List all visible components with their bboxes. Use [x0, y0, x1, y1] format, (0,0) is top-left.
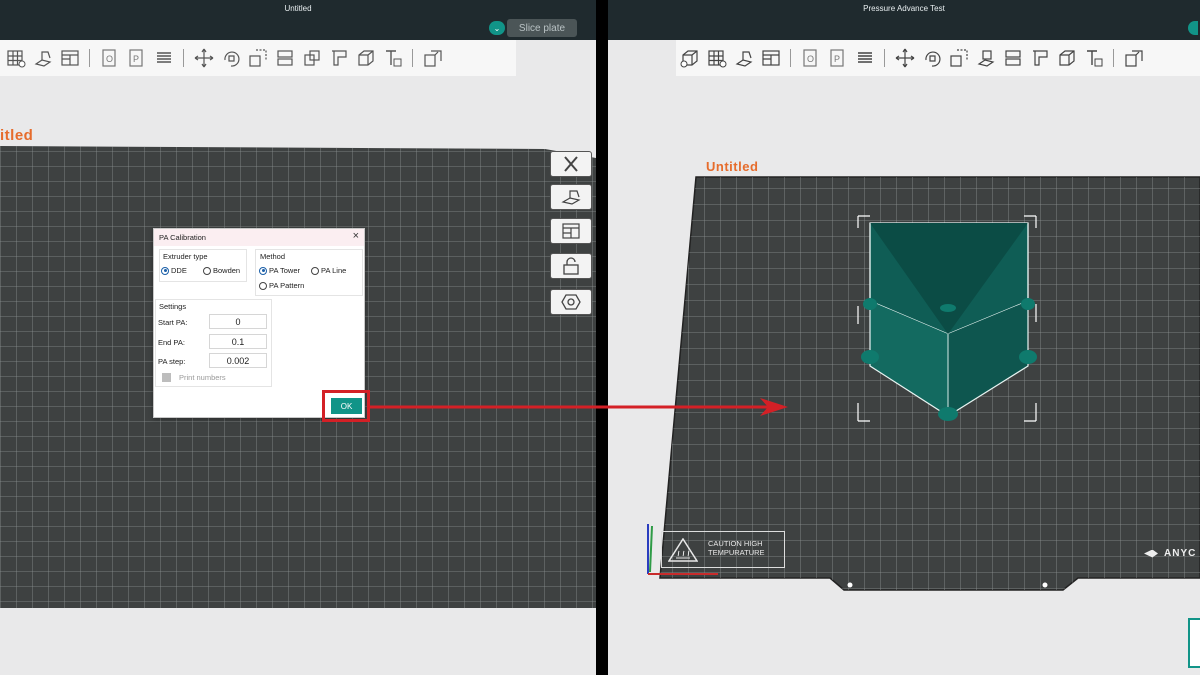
pa-step-label: PA step:: [158, 357, 186, 366]
right-window-title: Pressure Advance Test: [608, 0, 1200, 16]
svg-text:O: O: [807, 54, 814, 64]
lock-button[interactable]: [550, 253, 592, 279]
text-icon[interactable]: [382, 47, 404, 69]
svg-text:P: P: [834, 54, 840, 64]
cut-icon[interactable]: [301, 47, 323, 69]
cut-icon[interactable]: [1002, 47, 1024, 69]
settings-label: Settings: [159, 302, 187, 311]
layout-icon[interactable]: [59, 47, 81, 69]
add-cube-icon[interactable]: [679, 47, 701, 69]
scale-icon[interactable]: [247, 47, 269, 69]
support-paint-icon[interactable]: [1029, 47, 1051, 69]
extruder-type-label: Extruder type: [163, 252, 208, 261]
print-numbers-label: Print numbers: [179, 373, 226, 382]
seam-paint-icon[interactable]: [355, 47, 377, 69]
dialog-title: PA Calibration: [154, 229, 364, 246]
close-x-icon: [564, 156, 578, 172]
radio-pa-tower[interactable]: PA Tower: [259, 266, 300, 275]
settings-hex-icon: [561, 294, 581, 310]
start-pa-input[interactable]: [209, 314, 267, 329]
layout-icon[interactable]: [760, 47, 782, 69]
lay-flat-icon[interactable]: [274, 47, 296, 69]
caution-label: CAUTION HIGH TEMPURATURE: [661, 531, 785, 568]
end-pa-label: End PA:: [158, 338, 185, 347]
move-icon[interactable]: [894, 47, 916, 69]
caution-text: CAUTION HIGH TEMPURATURE: [708, 539, 765, 557]
text-icon[interactable]: [1083, 47, 1105, 69]
left-app-window: Untitled ⌄ Slice plate O P itled PA Cali…: [0, 0, 596, 675]
radio-pa-line-label: PA Line: [321, 266, 347, 275]
right-3d-viewport[interactable]: Untitled: [608, 76, 1200, 675]
assembly-icon[interactable]: [1123, 47, 1145, 69]
annotation-arrow: [370, 398, 788, 416]
radio-dde[interactable]: DDE: [161, 266, 187, 275]
split-objects-icon[interactable]: O: [99, 47, 121, 69]
arrange-icon: [562, 223, 580, 239]
grid-icon[interactable]: [706, 47, 728, 69]
left-window-title: Untitled: [0, 0, 596, 16]
rotate-icon[interactable]: [921, 47, 943, 69]
radio-pa-pattern-label: PA Pattern: [269, 281, 305, 290]
svg-text:P: P: [133, 54, 139, 64]
arrange-button[interactable]: [550, 218, 592, 244]
left-plate-name: itled: [0, 127, 34, 144]
slice-plate-button[interactable]: Slice plate: [507, 19, 577, 37]
move-icon[interactable]: [193, 47, 215, 69]
lock-icon: [563, 257, 579, 275]
radio-pa-pattern[interactable]: PA Pattern: [259, 281, 304, 290]
auto-orient-button[interactable]: [550, 184, 592, 210]
brand-logo: ANYC: [1144, 548, 1196, 559]
method-label: Method: [260, 252, 286, 261]
brand-logo-text: ANYC: [1164, 548, 1197, 559]
settings-button[interactable]: [550, 289, 592, 315]
auto-orient-icon[interactable]: [733, 47, 755, 69]
assembly-icon[interactable]: [422, 47, 444, 69]
brand-logo-mark: [1144, 549, 1158, 558]
corner-info-panel: [1188, 618, 1200, 668]
radio-pa-line[interactable]: PA Line: [311, 266, 346, 275]
start-pa-label: Start PA:: [158, 318, 188, 327]
right-build-plate: [647, 176, 1200, 591]
grid-icon[interactable]: [5, 47, 27, 69]
ok-highlight-box: [322, 390, 370, 422]
layers-icon[interactable]: [854, 47, 876, 69]
split-parts-icon[interactable]: P: [126, 47, 148, 69]
right-app-window: Pressure Advance Test O P Untitled: [608, 0, 1200, 675]
split-parts-icon[interactable]: P: [827, 47, 849, 69]
layers-icon[interactable]: [153, 47, 175, 69]
end-pa-input[interactable]: [209, 334, 267, 349]
seam-paint-icon[interactable]: [1056, 47, 1078, 69]
rotate-icon[interactable]: [220, 47, 242, 69]
dialog-close-icon[interactable]: ×: [353, 230, 359, 242]
slice-dropdown-toggle-right[interactable]: [1188, 21, 1198, 35]
radio-dde-label: DDE: [171, 266, 187, 275]
radio-bowden-label: Bowden: [213, 266, 241, 275]
support-paint-icon[interactable]: [328, 47, 350, 69]
right-main-toolbar: O P: [676, 40, 1200, 76]
print-numbers-checkbox[interactable]: Print numbers: [162, 373, 226, 382]
right-plate-name: Untitled: [706, 159, 759, 174]
scale-icon[interactable]: [948, 47, 970, 69]
pa-step-input[interactable]: [209, 353, 267, 368]
lay-flat-icon[interactable]: [975, 47, 997, 69]
delete-button[interactable]: [550, 151, 592, 177]
slice-dropdown-toggle[interactable]: ⌄: [489, 21, 505, 35]
split-objects-icon[interactable]: O: [800, 47, 822, 69]
left-main-toolbar: O P: [0, 40, 516, 76]
radio-bowden[interactable]: Bowden: [203, 266, 240, 275]
radio-pa-tower-label: PA Tower: [269, 266, 300, 275]
auto-orient-icon[interactable]: [32, 47, 54, 69]
auto-orient-icon: [561, 190, 581, 205]
right-top-bar: [608, 16, 1200, 40]
hot-surface-icon: [668, 538, 698, 562]
svg-text:O: O: [106, 54, 113, 64]
